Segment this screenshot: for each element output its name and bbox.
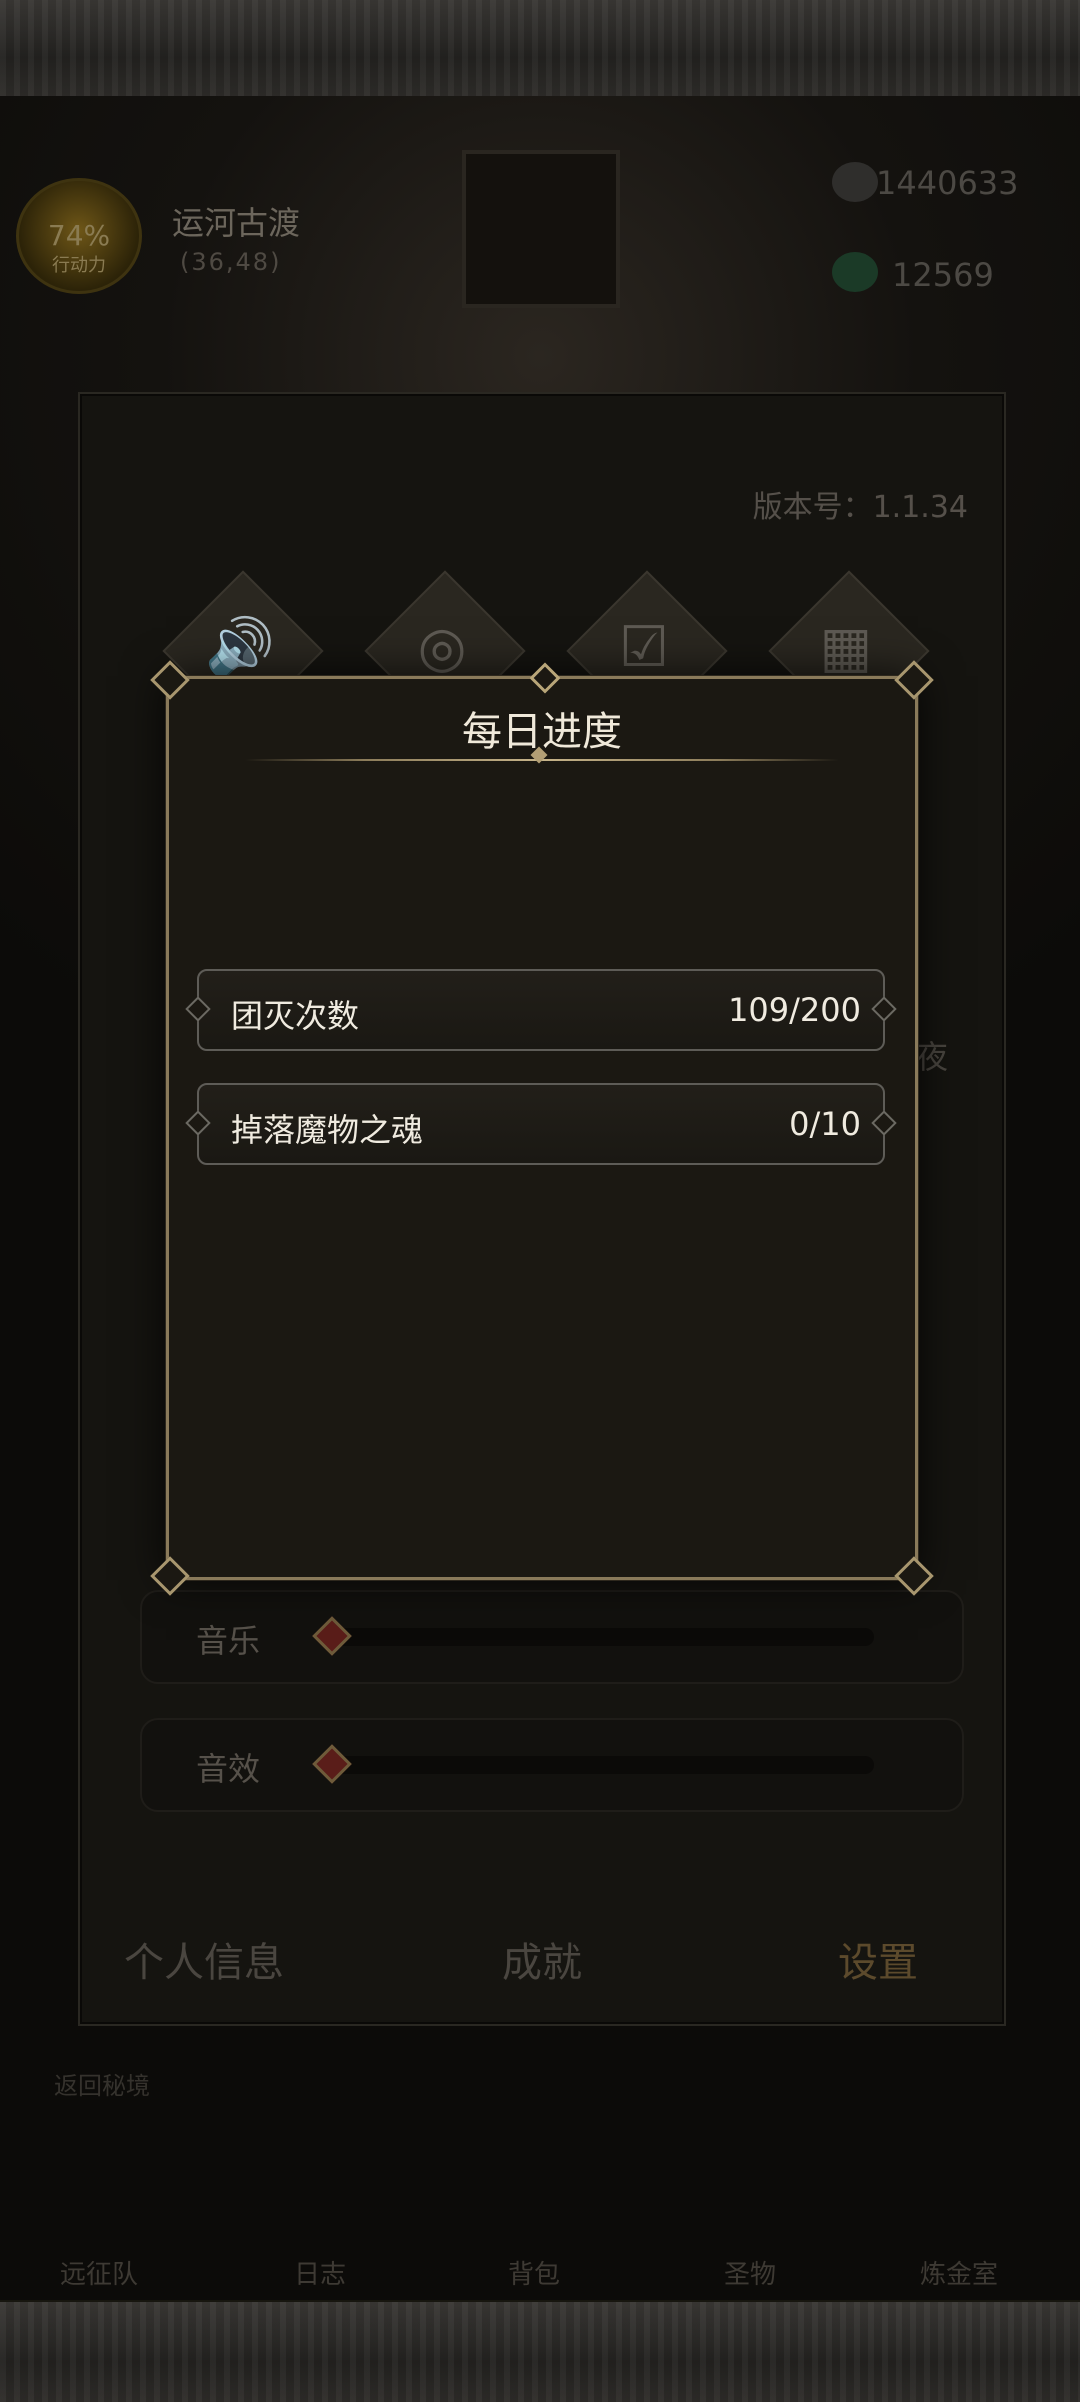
row-name: 掉落魔物之魂	[231, 1111, 424, 1149]
music-slider-track[interactable]	[324, 1628, 874, 1646]
top-stone-border	[0, 0, 1080, 98]
tab-profile[interactable]: 个人信息	[124, 1930, 284, 1988]
currency-silver: 1440633	[876, 164, 1019, 202]
row-name: 团灭次数	[231, 997, 360, 1035]
emerald-gem-icon	[832, 252, 878, 292]
nav-alchemy[interactable]: 炼金室	[920, 2254, 998, 2291]
location-coords: (36,48)	[180, 248, 282, 276]
row-nub	[871, 996, 897, 1022]
stamina-label: 行动力	[52, 255, 106, 276]
row-nub	[185, 996, 211, 1022]
sfx-slider-row: 音效	[140, 1718, 964, 1812]
nav-expedition[interactable]: 远征队	[60, 2254, 138, 2291]
side-label: 夜	[916, 1038, 949, 1076]
tab-settings[interactable]: 设置	[838, 1930, 918, 1988]
nav-bag[interactable]: 背包	[508, 2254, 560, 2291]
sfx-slider-track[interactable]	[324, 1756, 874, 1774]
tab-achievements[interactable]: 成就	[502, 1930, 582, 1988]
bottom-stone-border	[0, 2300, 1080, 2402]
music-label: 音乐	[196, 1622, 261, 1660]
daily-progress-dialog: 每日进度 团灭次数 109/200 掉落魔物之魂 0/10	[150, 660, 934, 1596]
nav-log[interactable]: 日志	[294, 2254, 346, 2291]
row-nub	[185, 1110, 211, 1136]
row-nub	[871, 1110, 897, 1136]
progress-row-wipes: 团灭次数 109/200	[185, 969, 897, 1051]
row-value: 0/10	[789, 1105, 861, 1143]
stamina-badge[interactable]: 74% 行动力	[16, 178, 142, 294]
version-label: 版本号：1.1.34	[752, 490, 968, 525]
location-banner-icon[interactable]	[462, 150, 620, 308]
music-slider-row: 音乐	[140, 1590, 964, 1684]
stamina-percent: 74%	[47, 219, 111, 252]
progress-row-soul-drops: 掉落魔物之魂 0/10	[185, 1083, 897, 1165]
music-slider-knob[interactable]	[312, 1616, 352, 1656]
sfx-label: 音效	[196, 1750, 261, 1788]
sfx-slider-knob[interactable]	[312, 1744, 352, 1784]
silver-ore-icon	[832, 162, 878, 202]
currency-gem: 12569	[892, 256, 994, 294]
return-dungeon-button[interactable]: 返回秘境	[54, 2066, 150, 2101]
dialog-title: 每日进度	[462, 709, 622, 755]
location-name: 运河古渡	[172, 204, 301, 242]
nav-relic[interactable]: 圣物	[724, 2254, 776, 2291]
row-value: 109/200	[728, 991, 861, 1029]
